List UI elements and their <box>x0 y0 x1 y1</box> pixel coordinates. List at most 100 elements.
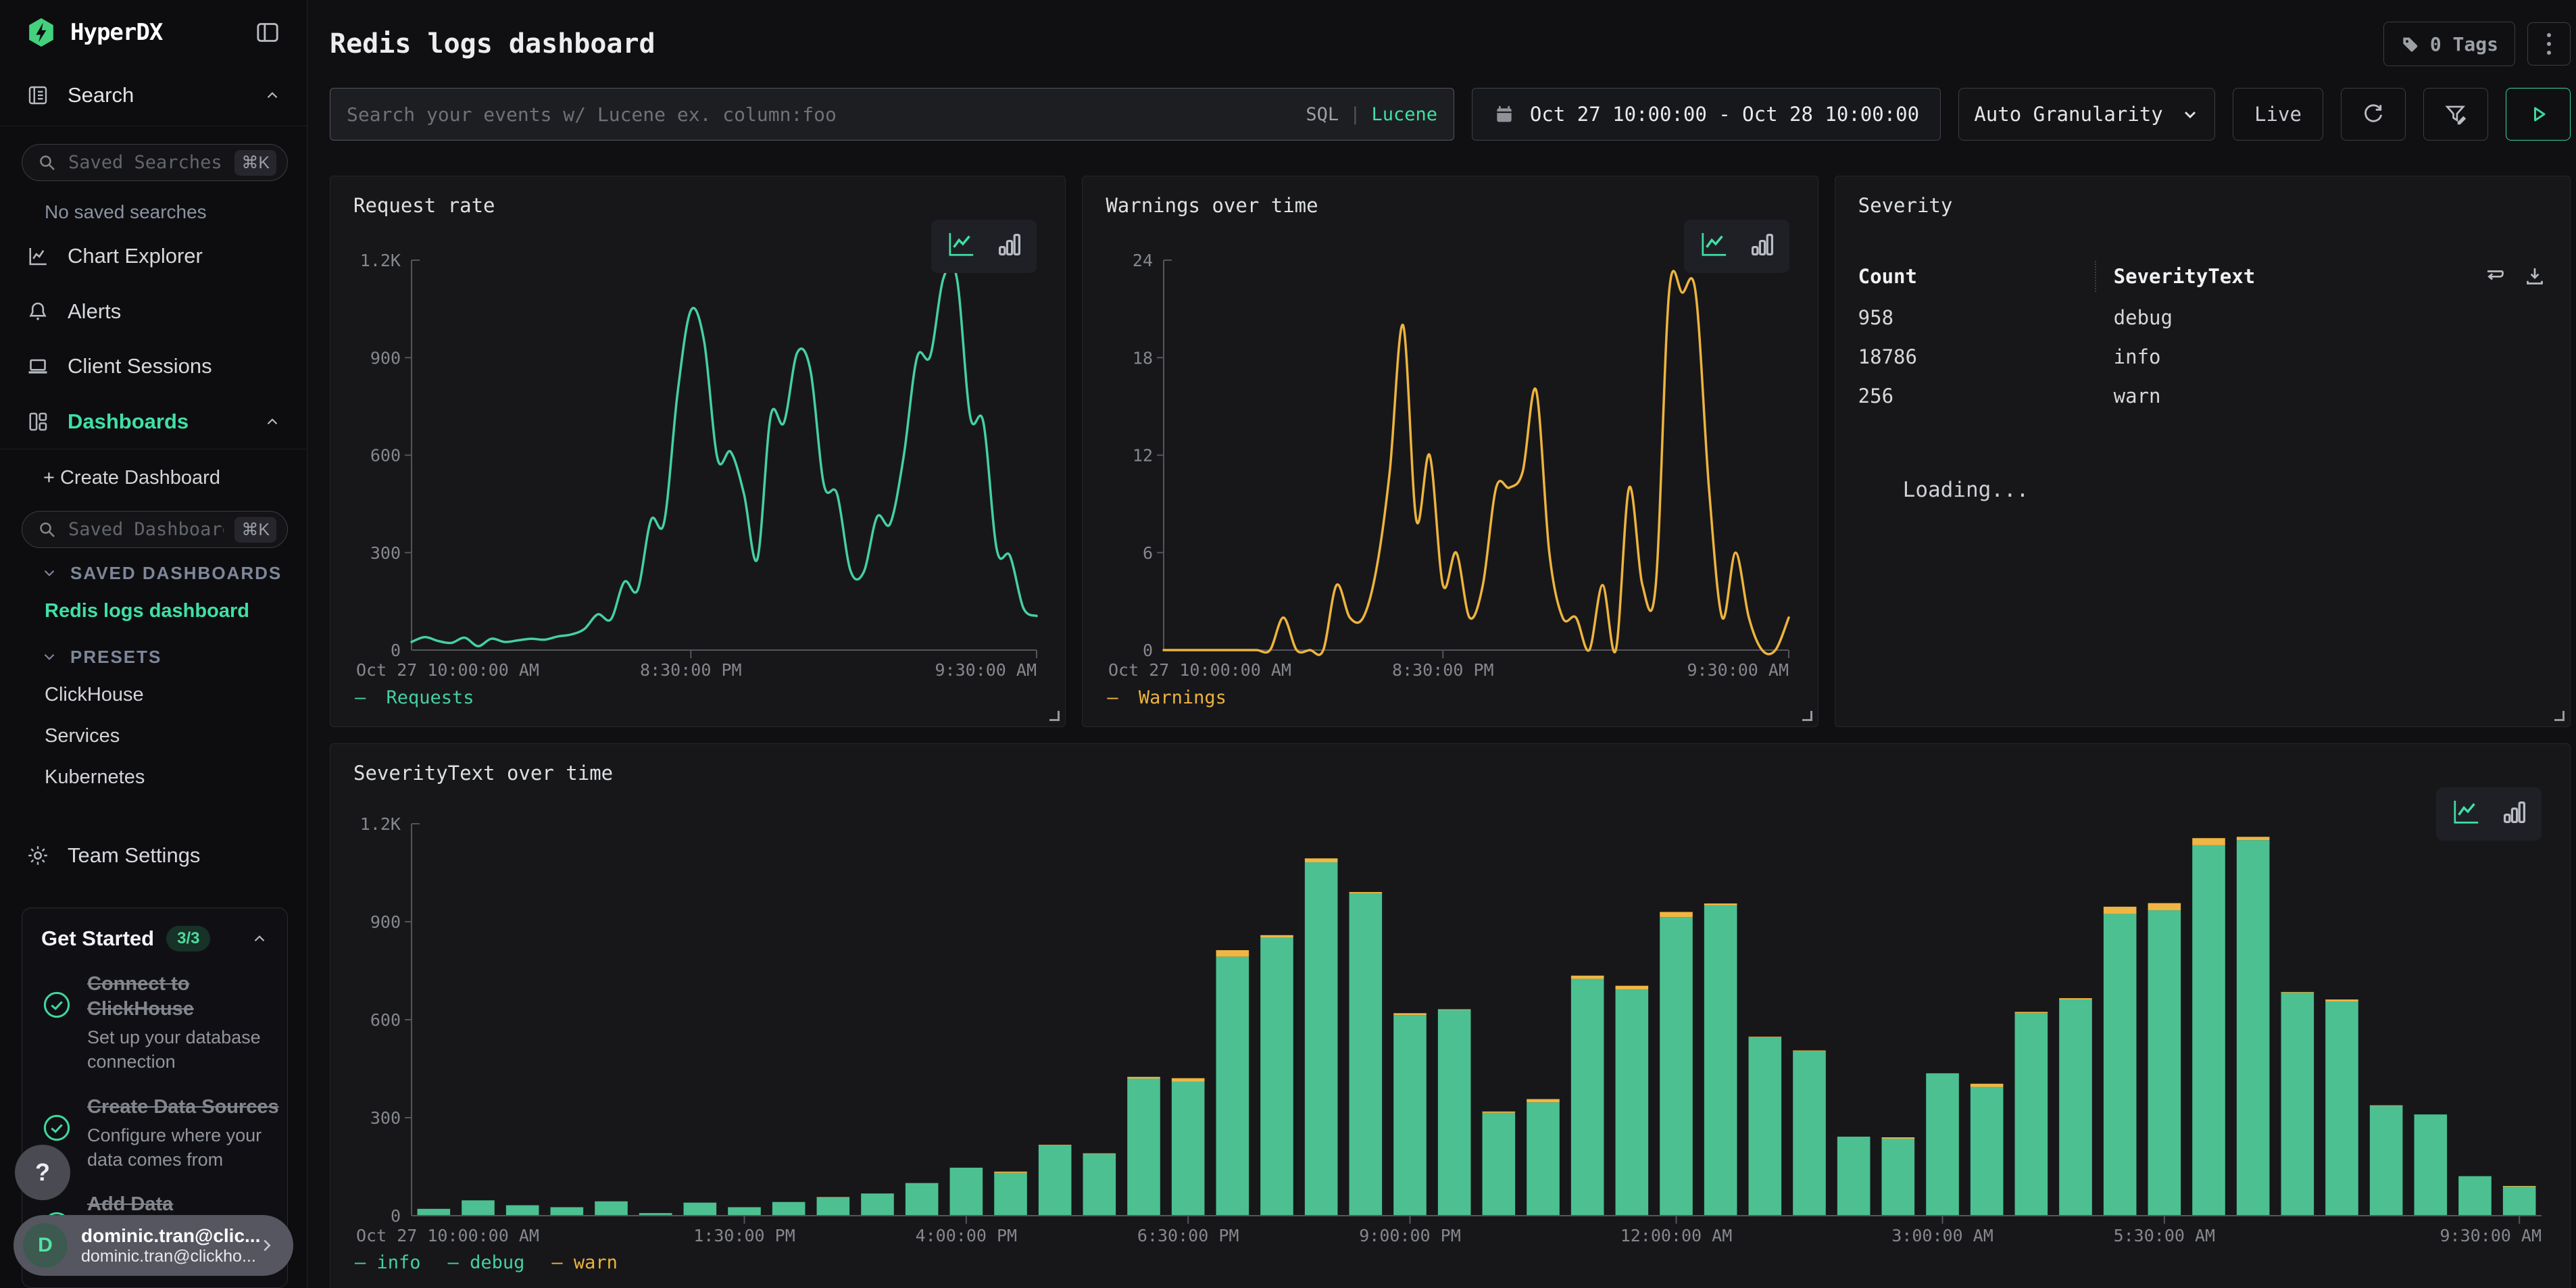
task-create-data-sources[interactable]: Create Data Sources Configure where your… <box>41 1095 268 1172</box>
sidebar: HyperDX Search ⌘K No saved searches Char… <box>0 0 307 1288</box>
nav-label: Chart Explorer <box>68 244 203 268</box>
warnings-chart[interactable]: 24181260Oct 27 10:00:00 AM8:30:00 PM9:30… <box>1106 251 1798 685</box>
svg-text:6: 6 <box>1143 543 1153 563</box>
saved-searches-search[interactable]: ⌘K <box>22 144 288 181</box>
sidebar-item-team-settings[interactable]: Team Settings <box>0 828 307 883</box>
request-rate-chart[interactable]: 1.2K9006003000Oct 27 10:00:00 AM8:30:00 … <box>353 251 1046 685</box>
legend-item-warn[interactable]: — warn <box>551 1252 618 1273</box>
date-range-value: Oct 27 10:00:00 - Oct 28 10:00:00 <box>1530 103 1919 126</box>
chart-explorer-icon <box>26 244 50 268</box>
granularity-select[interactable]: Auto Granularity <box>1958 88 2215 141</box>
event-search-input[interactable] <box>347 103 1293 126</box>
svg-text:Oct 27 10:00:00 AM: Oct 27 10:00:00 AM <box>356 660 539 680</box>
sidebar-item-services[interactable]: Services <box>0 716 307 757</box>
panel-resize-handle[interactable] <box>1802 711 1812 721</box>
collapse-sidebar-button[interactable] <box>254 19 281 46</box>
tags-button[interactable]: 0 Tags <box>2383 22 2515 66</box>
saved-dashboards-search[interactable]: ⌘K <box>22 511 288 548</box>
nav-label: Alerts <box>68 299 121 324</box>
dashboard-menu-button[interactable] <box>2527 22 2571 66</box>
line-chart-toggle-icon[interactable] <box>2451 798 2482 830</box>
severity-table: Count SeverityText 958 debug 18786 <box>1858 255 2547 416</box>
sidebar-item-search[interactable]: Search <box>0 65 307 126</box>
logo-row: HyperDX <box>0 0 307 65</box>
bar-chart-toggle-icon[interactable] <box>1750 230 1775 262</box>
legend-item-warnings[interactable]: — Warnings <box>1107 687 1227 708</box>
svg-text:1.2K: 1.2K <box>360 814 401 834</box>
chart-legend: — Requests <box>355 687 474 708</box>
table-row[interactable]: 958 debug <box>1858 298 2547 337</box>
main-content: Redis logs dashboard 0 Tags SQL | Lucene <box>307 0 2576 1288</box>
svg-text:3:00:00 AM: 3:00:00 AM <box>1891 1226 1993 1245</box>
sidebar-item-dashboards[interactable]: Dashboards <box>0 394 307 449</box>
task-connect-clickhouse[interactable]: Connect to ClickHouse Set up your databa… <box>41 972 268 1074</box>
help-button[interactable]: ? <box>15 1145 70 1200</box>
column-divider[interactable] <box>2095 261 2096 292</box>
severity-table-header: Count SeverityText <box>1858 255 2547 298</box>
saved-searches-input[interactable] <box>68 152 224 173</box>
download-icon[interactable] <box>2523 264 2547 289</box>
user-account-button[interactable]: D dominic.tran@clic... dominic.tran@clic… <box>14 1215 293 1276</box>
svg-text:5:30:00 AM: 5:30:00 AM <box>2114 1226 2216 1245</box>
task-title: Add Data <box>87 1192 371 1218</box>
filter-edit-icon <box>2443 101 2469 127</box>
nav-label: Dashboards <box>68 410 246 434</box>
line-chart-toggle-icon[interactable] <box>946 230 977 262</box>
column-header-count[interactable]: Count <box>1858 265 2095 288</box>
charts-row-1: Request rate 1.2K9006003000Oct 27 10:00:… <box>330 176 2571 727</box>
panel-resize-handle[interactable] <box>1049 711 1060 721</box>
svg-text:1.2K: 1.2K <box>360 251 401 270</box>
refresh-button[interactable] <box>2341 88 2406 141</box>
lucene-toggle[interactable]: Lucene <box>1371 104 1437 125</box>
run-query-button[interactable] <box>2506 88 2571 141</box>
play-icon <box>2526 102 2550 126</box>
tags-label: 0 Tags <box>2430 33 2498 55</box>
shortcut-badge: ⌘K <box>234 150 276 176</box>
group-label: PRESETS <box>70 647 162 668</box>
sql-toggle[interactable]: SQL <box>1306 104 1339 125</box>
chevron-right-icon <box>257 1235 277 1256</box>
panel-resize-handle[interactable] <box>2554 711 2565 721</box>
date-range-picker[interactable]: Oct 27 10:00:00 - Oct 28 10:00:00 <box>1472 88 1941 141</box>
svg-text:12: 12 <box>1133 446 1153 466</box>
bar-chart-toggle-icon[interactable] <box>997 230 1022 262</box>
saved-dashboards-group-header[interactable]: SAVED DASHBOARDS <box>0 548 307 591</box>
legend-item-info[interactable]: — info <box>355 1252 421 1273</box>
svg-text:12:00:00 AM: 12:00:00 AM <box>1620 1226 1733 1245</box>
sidebar-item-redis-logs-dashboard[interactable]: Redis logs dashboard <box>0 591 307 632</box>
sidebar-item-alerts[interactable]: Alerts <box>0 284 307 339</box>
live-button[interactable]: Live <box>2233 88 2323 141</box>
sidebar-item-client-sessions[interactable]: Client Sessions <box>0 339 307 395</box>
get-started-header[interactable]: Get Started 3/3 <box>41 926 268 951</box>
severity-over-time-chart[interactable]: 1.2K9006003000Oct 27 10:00:00 AM1:30:00 … <box>353 814 2551 1251</box>
task-desc: Configure where your data comes from <box>87 1123 276 1172</box>
app-title: HyperDX <box>70 19 241 46</box>
svg-text:0: 0 <box>391 641 401 660</box>
column-header-severitytext[interactable]: SeverityText <box>2114 265 2483 288</box>
wrap-columns-icon[interactable] <box>2483 264 2508 289</box>
bar-chart-toggle-icon[interactable] <box>2502 798 2527 830</box>
loading-text: Loading... <box>1903 478 2547 502</box>
sidebar-item-chart-explorer[interactable]: Chart Explorer <box>0 228 307 284</box>
table-actions <box>2483 264 2547 289</box>
create-dashboard-button[interactable]: + Create Dashboard <box>0 449 307 501</box>
panel-request-rate: Request rate 1.2K9006003000Oct 27 10:00:… <box>330 176 1066 727</box>
sidebar-item-kubernetes[interactable]: Kubernetes <box>0 757 307 798</box>
chart-title: Request rate <box>353 194 1042 217</box>
line-chart-toggle-icon[interactable] <box>1699 230 1730 262</box>
legend-item-requests[interactable]: — Requests <box>355 687 474 708</box>
presets-group-header[interactable]: PRESETS <box>0 632 307 674</box>
svg-text:900: 900 <box>370 912 401 932</box>
hyperdx-logo-icon <box>26 17 57 48</box>
task-title: Create Data Sources <box>87 1095 371 1120</box>
gear-icon <box>26 843 50 868</box>
filter-button[interactable] <box>2423 88 2488 141</box>
legend-item-debug[interactable]: — debug <box>448 1252 525 1273</box>
sidebar-item-clickhouse[interactable]: ClickHouse <box>0 674 307 716</box>
avatar: D <box>23 1223 68 1268</box>
event-search: SQL | Lucene <box>330 88 1454 141</box>
table-row[interactable]: 18786 info <box>1858 337 2547 376</box>
table-row[interactable]: 256 warn <box>1858 376 2547 416</box>
svg-text:8:30:00 PM: 8:30:00 PM <box>640 660 742 680</box>
saved-dashboards-input[interactable] <box>68 519 224 540</box>
